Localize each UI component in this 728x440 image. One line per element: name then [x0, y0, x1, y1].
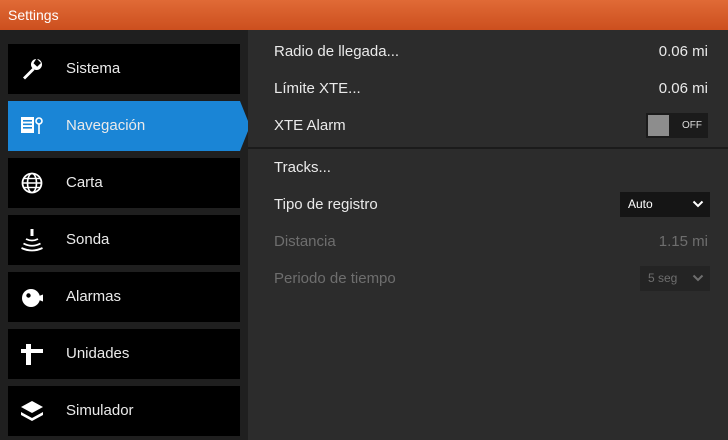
log-type-row: Tipo de registro Auto — [248, 186, 728, 223]
window-title: Settings — [0, 0, 728, 30]
xte-limit-label: Límite XTE... — [274, 80, 361, 97]
navigation-icon — [20, 114, 44, 138]
time-period-row: Periodo de tiempo 5 seg — [248, 260, 728, 297]
settings-sidebar: Sistema Navegación Carta Sonda Alarmas U… — [0, 30, 250, 440]
sidebar-item-simulador[interactable]: Simulador — [8, 386, 240, 436]
arrival-radius-row[interactable]: Radio de llegada... 0.06 mi — [248, 33, 728, 70]
sidebar-item-label: Sistema — [66, 60, 121, 77]
chevron-down-icon — [692, 200, 704, 208]
toggle-knob — [648, 115, 669, 136]
arrival-radius-label: Radio de llegada... — [274, 43, 400, 60]
time-period-label: Periodo de tiempo — [274, 270, 396, 287]
xte-alarm-toggle[interactable]: OFF — [646, 113, 708, 138]
toggle-state: OFF — [682, 120, 702, 131]
log-type-label: Tipo de registro — [274, 196, 378, 213]
wrench-icon — [20, 57, 44, 81]
globe-icon — [20, 171, 44, 195]
sidebar-item-label: Sonda — [66, 231, 110, 248]
settings-panel: Radio de llegada... 0.06 mi Límite XTE..… — [248, 30, 728, 440]
tracks-row[interactable]: Tracks... — [248, 149, 728, 186]
sidebar-item-carta[interactable]: Carta — [8, 158, 240, 208]
sidebar-item-navegacion[interactable]: Navegación — [8, 101, 250, 151]
chevron-down-icon — [692, 274, 704, 282]
xte-limit-row[interactable]: Límite XTE... 0.06 mi — [248, 70, 728, 107]
units-icon — [20, 342, 44, 366]
sidebar-item-label: Carta — [66, 174, 103, 191]
sonar-icon — [20, 228, 44, 252]
distance-row: Distancia 1.15 mi — [248, 223, 728, 260]
alarm-icon — [20, 285, 44, 309]
sidebar-item-alarmas[interactable]: Alarmas — [8, 272, 240, 322]
distance-value: 1.15 mi — [658, 233, 708, 250]
xte-limit-value: 0.06 mi — [658, 80, 708, 97]
time-period-value: 5 seg — [648, 271, 678, 285]
sidebar-item-label: Navegación — [66, 117, 146, 134]
time-period-select: 5 seg — [640, 266, 710, 291]
xte-alarm-label: XTE Alarm — [274, 117, 346, 134]
tracks-label: Tracks... — [274, 159, 331, 176]
log-type-value: Auto — [628, 197, 653, 211]
settings-window: Settings Sistema Navegación Carta Sonda … — [0, 0, 728, 440]
sidebar-item-sistema[interactable]: Sistema — [8, 44, 240, 94]
distance-label: Distancia — [274, 233, 336, 250]
sidebar-item-unidades[interactable]: Unidades — [8, 329, 240, 379]
sidebar-item-label: Alarmas — [66, 288, 122, 305]
arrival-radius-value: 0.06 mi — [658, 43, 708, 60]
sidebar-item-label: Simulador — [66, 402, 134, 419]
log-type-select[interactable]: Auto — [620, 192, 710, 217]
xte-alarm-row: XTE Alarm OFF — [248, 107, 728, 144]
sidebar-item-sonda[interactable]: Sonda — [8, 215, 240, 265]
sidebar-item-label: Unidades — [66, 345, 130, 362]
layers-icon — [20, 399, 44, 423]
